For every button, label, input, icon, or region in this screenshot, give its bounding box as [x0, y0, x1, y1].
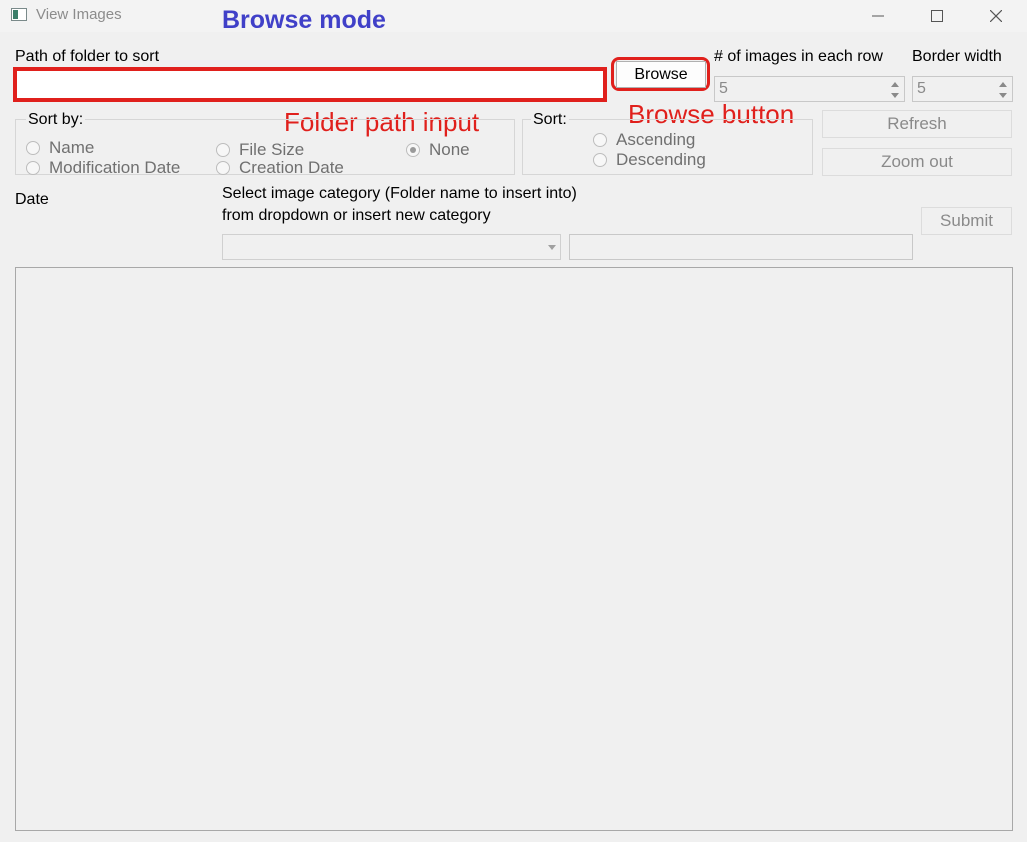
- close-icon: [990, 10, 1002, 22]
- images-per-row-value: 5: [719, 80, 728, 97]
- radio-icon: [593, 133, 607, 147]
- minimize-icon: [872, 15, 884, 17]
- images-per-row-label: # of images in each row: [714, 48, 883, 65]
- sort-creation-date-radio[interactable]: Creation Date: [216, 158, 344, 178]
- radio-icon: [593, 153, 607, 167]
- radio-selected-icon: [406, 143, 420, 157]
- radio-icon: [26, 141, 40, 155]
- spin-down-icon[interactable]: [886, 89, 904, 101]
- title-bar: View Images: [0, 0, 1027, 32]
- app-window: View Images Browse mode Path of folder t…: [0, 0, 1027, 842]
- category-dropdown[interactable]: [222, 234, 561, 260]
- path-label: Path of folder to sort: [15, 48, 160, 65]
- maximize-button[interactable]: [914, 0, 960, 32]
- sort-none-radio[interactable]: None: [406, 140, 470, 160]
- sort-descending-radio[interactable]: Descending: [593, 150, 706, 170]
- new-category-input[interactable]: [569, 234, 913, 260]
- radio-icon: [216, 143, 230, 157]
- border-width-value: 5: [917, 80, 926, 97]
- sort-name-radio[interactable]: Name: [26, 138, 94, 158]
- spin-down-icon[interactable]: [994, 89, 1012, 101]
- sort-order-label: Sort:: [531, 111, 569, 129]
- zoom-out-button[interactable]: Zoom out: [822, 148, 1012, 176]
- date-label: Date: [15, 191, 49, 208]
- submit-button[interactable]: Submit: [921, 207, 1012, 235]
- app-icon: [11, 8, 27, 21]
- category-label-line2: from dropdown or insert new category: [222, 207, 491, 224]
- refresh-button[interactable]: Refresh: [822, 110, 1012, 138]
- sort-modification-date-radio[interactable]: Modification Date: [26, 158, 180, 178]
- image-view-area[interactable]: [15, 267, 1013, 831]
- sort-by-label: Sort by:: [26, 111, 86, 129]
- radio-icon: [216, 161, 230, 175]
- window-title: View Images: [36, 6, 122, 23]
- minimize-button[interactable]: [855, 0, 901, 32]
- sort-file-size-radio[interactable]: File Size: [216, 140, 304, 160]
- border-width-spinbox[interactable]: 5: [912, 76, 1013, 102]
- browse-button[interactable]: Browse: [616, 61, 706, 88]
- radio-icon: [26, 161, 40, 175]
- chevron-down-icon: [548, 245, 556, 250]
- border-width-label: Border width: [912, 48, 1002, 65]
- annotation-browse-mode: Browse mode: [222, 6, 386, 34]
- maximize-icon: [931, 10, 943, 22]
- sort-ascending-radio[interactable]: Ascending: [593, 130, 695, 150]
- category-label-line1: Select image category (Folder name to in…: [222, 185, 577, 202]
- close-button[interactable]: [973, 0, 1019, 32]
- folder-path-input[interactable]: [13, 67, 607, 102]
